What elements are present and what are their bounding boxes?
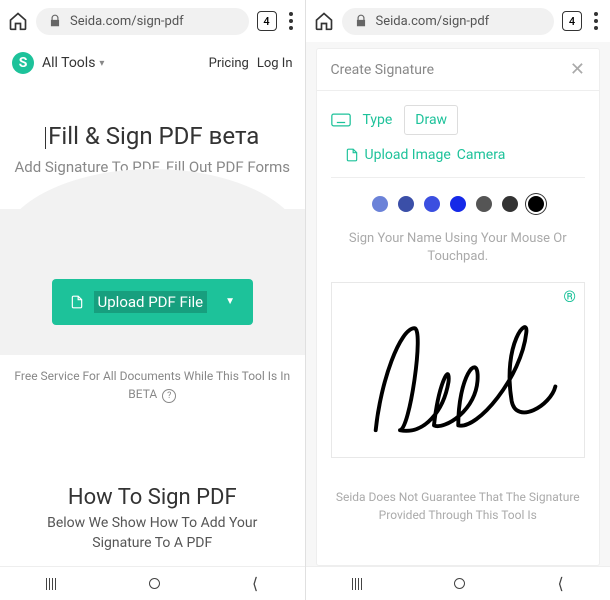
login-link[interactable]: Log In xyxy=(257,56,293,71)
upload-tabs-row: Upload Image Camera xyxy=(331,141,586,178)
lock-icon xyxy=(48,14,62,28)
home-button[interactable] xyxy=(149,578,160,589)
dropdown-caret-icon[interactable]: ▼ xyxy=(225,296,235,307)
android-nav-bar: ⟨ xyxy=(306,566,610,600)
all-tools-dropdown[interactable]: All Tools ▾ xyxy=(42,55,104,71)
modal-backdrop: Create Signature ✕ Type Draw Upload Imag… xyxy=(306,42,610,566)
tab-count[interactable]: 4 xyxy=(257,11,277,31)
home-icon[interactable] xyxy=(8,11,28,31)
modal-title: Create Signature xyxy=(331,62,435,78)
howto-body: Below We Show How To Add Your Signature … xyxy=(18,510,287,553)
color-swatch[interactable] xyxy=(372,196,388,212)
app-header: S All Tools ▾ Pricing Log In xyxy=(0,42,305,84)
signature-instruction: Sign Your Name Using Your Mouse Or Touch… xyxy=(317,224,600,276)
home-button[interactable] xyxy=(454,578,465,589)
back-button[interactable]: ⟨ xyxy=(252,574,258,593)
color-swatch[interactable] xyxy=(528,196,544,212)
howto-title: How To Sign PDF xyxy=(18,485,287,510)
browser-bar: Seida.com/sign-pdf 4 xyxy=(0,0,305,42)
page-title: Fill & Sign PDF вета xyxy=(0,84,305,156)
tab-upload-image[interactable]: Upload Image xyxy=(365,147,451,163)
signature-drawing xyxy=(332,283,585,457)
recents-button[interactable] xyxy=(46,578,56,590)
android-nav-bar: ⟨ xyxy=(0,566,305,600)
lock-icon xyxy=(354,14,368,28)
url-text: Seida.com/sign-pdf xyxy=(376,14,490,29)
back-button[interactable]: ⟨ xyxy=(558,574,564,593)
keyboard-icon xyxy=(331,113,351,127)
tab-count[interactable]: 4 xyxy=(562,11,582,31)
info-icon[interactable]: ? xyxy=(162,389,176,403)
tab-type[interactable]: Type xyxy=(353,106,403,134)
url-bar[interactable]: Seida.com/sign-pdf xyxy=(36,8,249,35)
menu-dots-icon[interactable] xyxy=(285,8,297,34)
color-picker xyxy=(317,178,600,224)
color-swatch[interactable] xyxy=(398,196,414,212)
upload-area: Upload PDF File ▼ xyxy=(0,209,305,355)
pricing-link[interactable]: Pricing xyxy=(209,56,249,71)
file-icon xyxy=(70,294,84,310)
disclaimer-text: Seida Does Not Guarantee That The Signat… xyxy=(317,464,600,524)
app-logo[interactable]: S xyxy=(12,52,34,74)
create-signature-modal: Create Signature ✕ Type Draw Upload Imag… xyxy=(316,48,601,566)
home-icon[interactable] xyxy=(314,11,334,31)
chevron-down-icon: ▾ xyxy=(99,58,104,69)
document-icon xyxy=(345,147,359,163)
menu-dots-icon[interactable] xyxy=(590,8,602,34)
howto-section: How To Sign PDF Below We Show How To Add… xyxy=(0,415,305,563)
upload-pdf-button[interactable]: Upload PDF File ▼ xyxy=(52,279,253,325)
signature-canvas[interactable]: ® xyxy=(331,282,586,458)
recents-button[interactable] xyxy=(352,578,362,590)
signature-mode-tabs: Type Draw xyxy=(317,91,600,141)
free-service-text: Free Service For All Documents While Thi… xyxy=(0,355,305,416)
color-swatch[interactable] xyxy=(476,196,492,212)
browser-bar: Seida.com/sign-pdf 4 xyxy=(306,0,610,42)
upload-label: Upload PDF File xyxy=(94,291,208,313)
tab-camera[interactable]: Camera xyxy=(457,147,506,163)
color-swatch[interactable] xyxy=(450,196,466,212)
tab-draw[interactable]: Draw xyxy=(404,105,458,135)
close-icon[interactable]: ✕ xyxy=(570,59,585,80)
url-bar[interactable]: Seida.com/sign-pdf xyxy=(342,8,555,35)
url-text: Seida.com/sign-pdf xyxy=(70,14,184,29)
color-swatch[interactable] xyxy=(424,196,440,212)
color-swatch[interactable] xyxy=(502,196,518,212)
